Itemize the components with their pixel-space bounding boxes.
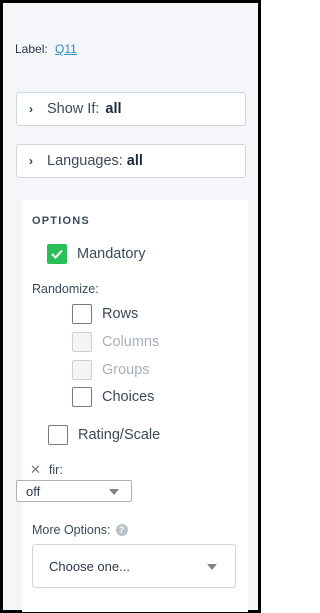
chevron-right-icon: › bbox=[29, 102, 33, 116]
fir-label: fir: bbox=[48, 463, 63, 477]
rating-scale-checkbox[interactable] bbox=[48, 425, 68, 445]
randomize-label: Randomize: bbox=[32, 282, 99, 296]
randomize-groups-checkbox bbox=[72, 360, 92, 380]
checkmark-icon bbox=[51, 249, 63, 259]
languages-value: all bbox=[126, 153, 143, 169]
randomize-rows-checkbox[interactable] bbox=[72, 304, 92, 324]
fir-row: ✕ fir: bbox=[30, 462, 63, 478]
help-icon[interactable]: ? bbox=[115, 524, 128, 536]
randomize-rows-label: Rows bbox=[102, 306, 139, 322]
options-title: OPTIONS bbox=[32, 215, 90, 227]
randomize-choices-checkbox[interactable] bbox=[72, 387, 92, 407]
rating-scale-row[interactable]: Rating/Scale bbox=[48, 425, 160, 445]
randomize-columns-row: Columns bbox=[72, 332, 159, 352]
randomize-groups-label: Groups bbox=[102, 362, 150, 378]
chevron-down-icon bbox=[109, 489, 119, 495]
more-options-label: More Options: bbox=[32, 523, 111, 537]
chevron-down-icon bbox=[207, 564, 217, 570]
side-panel: Label: Q11 › Show If: all › Languages: a… bbox=[0, 0, 261, 613]
show-if-label: Show If: bbox=[47, 101, 100, 117]
show-if-toggle[interactable]: › Show If: all bbox=[16, 92, 246, 126]
randomize-choices-row[interactable]: Choices bbox=[72, 387, 154, 407]
close-icon[interactable]: ✕ bbox=[30, 462, 41, 478]
question-id-link[interactable]: Q11 bbox=[55, 42, 77, 56]
languages-label: Languages: bbox=[47, 153, 123, 169]
more-options-select[interactable]: Choose one... bbox=[32, 544, 236, 588]
randomize-choices-label: Choices bbox=[102, 389, 155, 405]
chevron-right-icon: › bbox=[29, 154, 33, 168]
label-prefix: Label: bbox=[15, 42, 48, 56]
more-options-label-row: More Options: ? bbox=[32, 523, 128, 537]
randomize-rows-row[interactable]: Rows bbox=[72, 304, 138, 324]
more-options-placeholder: Choose one... bbox=[49, 558, 130, 574]
randomize-columns-label: Columns bbox=[102, 334, 160, 350]
rating-scale-label: Rating/Scale bbox=[78, 427, 161, 443]
randomize-groups-row: Groups bbox=[72, 360, 150, 380]
show-if-value: all bbox=[105, 101, 122, 117]
fir-select[interactable]: off bbox=[16, 480, 132, 502]
randomize-columns-checkbox bbox=[72, 332, 92, 352]
mandatory-checkbox-row[interactable]: Mandatory bbox=[47, 244, 146, 264]
mandatory-label: Mandatory bbox=[77, 246, 146, 262]
mandatory-checkbox[interactable] bbox=[47, 244, 67, 264]
languages-toggle[interactable]: › Languages: all bbox=[16, 144, 246, 178]
question-label-row: Label: Q11 bbox=[15, 42, 77, 56]
fir-select-value: off bbox=[26, 483, 41, 499]
